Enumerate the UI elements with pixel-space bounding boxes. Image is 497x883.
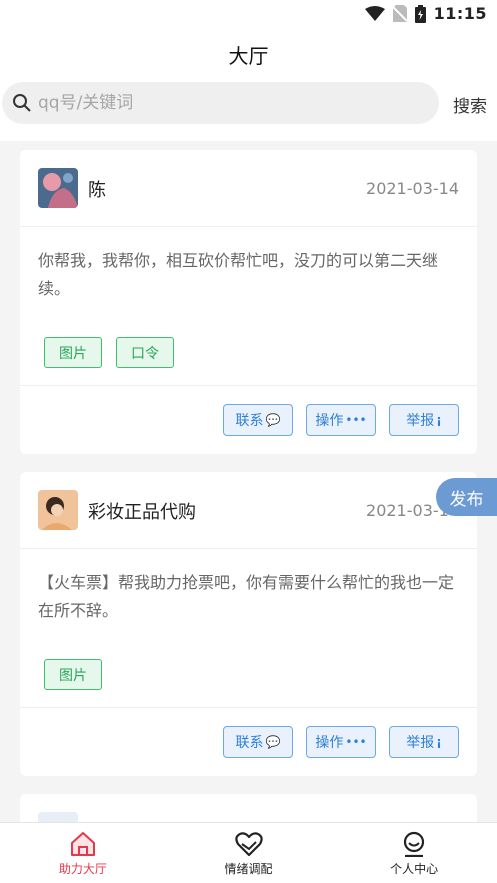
search-bar[interactable] (2, 82, 439, 124)
chat-icon: 💬 (265, 735, 281, 749)
search-button[interactable]: 搜索 (453, 92, 487, 117)
chat-icon: 💬 (265, 413, 281, 427)
more-icon: ••• (345, 413, 367, 427)
report-button[interactable]: 举报 ¡ (389, 726, 459, 758)
post-card[interactable]: 彩妆正品代购 2021-03-14 【火车票】帮我助力抢票吧，你有需要什么帮忙的… (20, 472, 477, 776)
tag-password[interactable]: 口令 (116, 337, 174, 368)
status-bar: 11:15 (0, 0, 497, 30)
publish-button[interactable]: 发布 (436, 478, 497, 516)
tab-help-hall[interactable]: 助力大厅 (0, 823, 166, 883)
page-title: 大厅 (228, 44, 269, 68)
post-card[interactable]: 陈 2021-03-14 你帮我，我帮你，相互砍价帮忙吧，没刀的可以第二天继续。… (20, 150, 477, 454)
tag-image[interactable]: 图片 (44, 337, 102, 368)
avatar[interactable] (38, 812, 78, 822)
tab-emotion[interactable]: 情绪调配 (166, 823, 332, 883)
avatar[interactable] (38, 168, 78, 208)
operate-label: 操作 (315, 413, 344, 429)
post-author: 陈 (88, 180, 106, 201)
post-tags: 图片 (20, 642, 477, 708)
post-header: 陈 2021-03-14 (20, 150, 477, 227)
more-icon: ••• (345, 735, 367, 749)
report-label: 举报 (406, 735, 435, 751)
operate-label: 操作 (315, 735, 344, 751)
report-label: 举报 (406, 413, 435, 429)
post-text: 【火车票】帮我助力抢票吧，你有需要什么帮忙的我也一定在所不辞。 (38, 573, 455, 620)
post-actions: 联系 💬 操作 ••• 举报 ¡ (20, 708, 477, 776)
report-button[interactable]: 举报 ¡ (389, 404, 459, 436)
bottom-tab-bar: 助力大厅 情绪调配 个人中心 (0, 822, 497, 883)
person-icon (404, 831, 425, 857)
avatar[interactable] (38, 490, 78, 530)
tab-label: 助力大厅 (58, 862, 107, 876)
contact-label: 联系 (235, 735, 264, 751)
post-author: 彩妆正品代购 (88, 502, 196, 523)
post-feed[interactable]: 陈 2021-03-14 你帮我，我帮你，相互砍价帮忙吧，没刀的可以第二天继续。… (0, 141, 497, 822)
status-time: 11:15 (433, 4, 487, 23)
search-icon (13, 94, 31, 112)
info-icon: ¡ (436, 413, 442, 427)
tag-image[interactable]: 图片 (44, 659, 102, 690)
post-date: 2021-03-14 (366, 179, 459, 198)
wifi-icon (364, 5, 385, 21)
heart-hands-icon (234, 832, 263, 857)
post-header: 彩妆正品代购 2021-03-14 (20, 472, 477, 549)
contact-button[interactable]: 联系 💬 (223, 726, 293, 758)
home-icon (70, 832, 95, 856)
no-sim-icon (392, 5, 407, 22)
tab-label: 情绪调配 (224, 862, 273, 876)
contact-label: 联系 (235, 413, 264, 429)
post-card[interactable] (20, 794, 477, 822)
post-text: 你帮我，我帮你，相互砍价帮忙吧，没刀的可以第二天继续。 (38, 251, 439, 298)
operate-button[interactable]: 操作 ••• (306, 726, 376, 758)
post-tags: 图片 口令 (20, 320, 477, 386)
post-actions: 联系 💬 操作 ••• 举报 ¡ (20, 386, 477, 454)
contact-button[interactable]: 联系 💬 (223, 404, 293, 436)
operate-button[interactable]: 操作 ••• (306, 404, 376, 436)
battery-charging-icon (414, 4, 426, 23)
tab-profile[interactable]: 个人中心 (331, 823, 497, 883)
search-input[interactable] (38, 93, 418, 113)
tab-label: 个人中心 (390, 862, 439, 876)
info-icon: ¡ (436, 735, 442, 749)
